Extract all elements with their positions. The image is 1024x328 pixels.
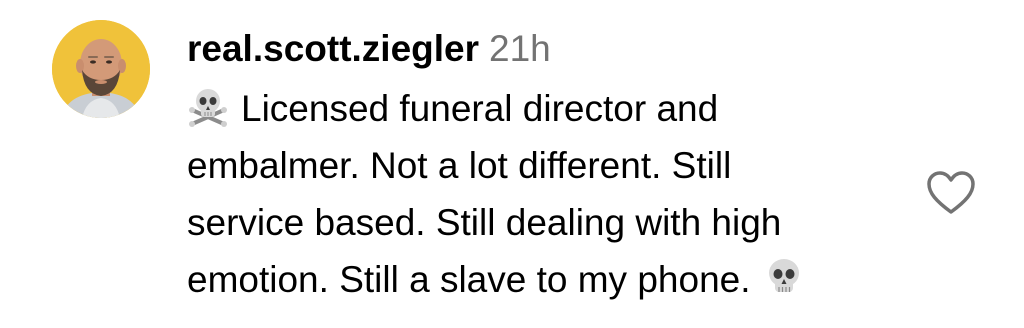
username-link[interactable]: real.scott.ziegler	[187, 28, 479, 69]
skull-icon	[763, 256, 805, 298]
comment-line: service based. Still dealing with high	[187, 202, 782, 243]
comment-line-text: emotion. Still a slave to my phone.	[187, 259, 751, 300]
comment-line-text: Licensed funeral director and	[241, 88, 719, 129]
comment-line: embalmer. Not a lot different. Still	[187, 145, 732, 186]
skull-and-crossbones-icon	[187, 85, 229, 127]
avatar-photo	[52, 20, 150, 118]
comment-timestamp[interactable]: 21h	[489, 28, 551, 69]
avatar[interactable]	[52, 20, 150, 118]
heart-outline-icon[interactable]	[926, 170, 976, 216]
comment: real.scott.ziegler 21h Licensed funeral …	[0, 0, 1024, 328]
comment-line: emotion. Still a slave to my phone.	[187, 251, 907, 308]
comment-text: Licensed funeral director and embalmer. …	[187, 80, 907, 308]
comment-header: real.scott.ziegler 21h	[187, 26, 551, 72]
comment-line: Licensed funeral director and	[187, 80, 907, 137]
